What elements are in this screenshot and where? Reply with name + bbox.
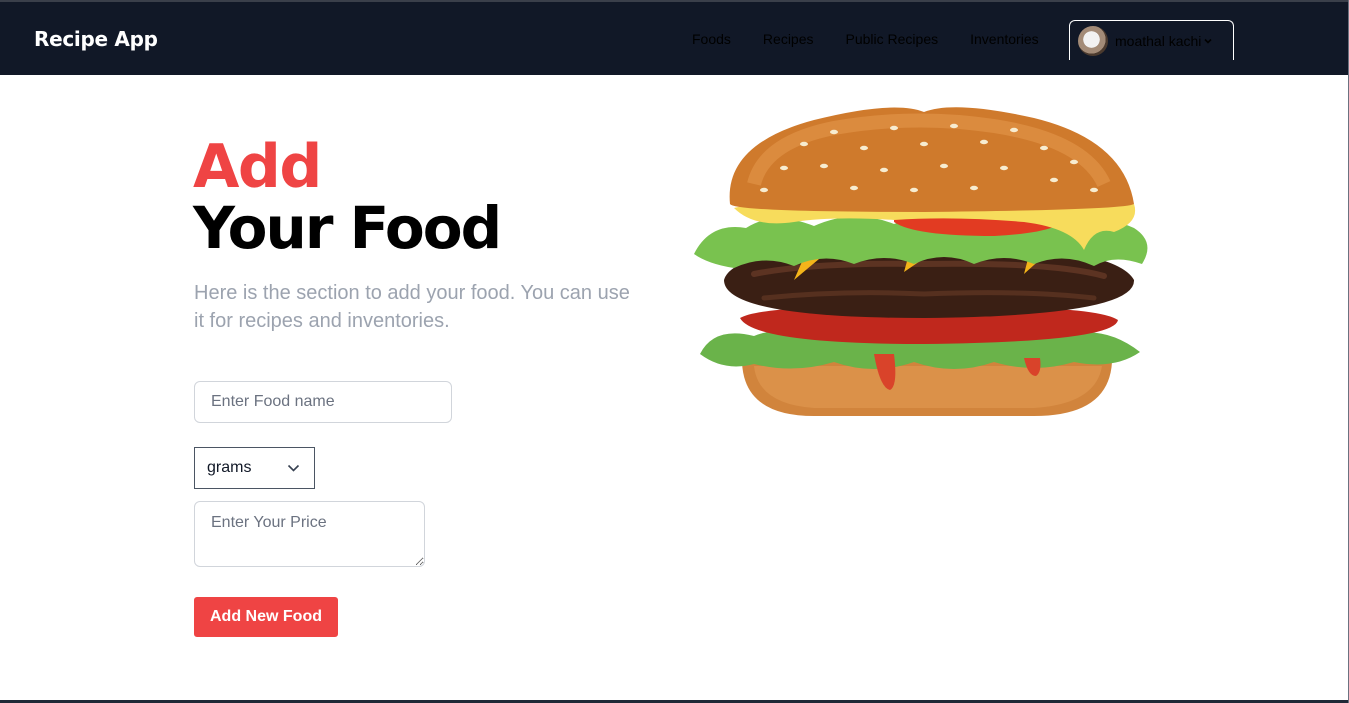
- nav-link-public-recipes[interactable]: Public Recipes: [846, 31, 939, 47]
- page-subtitle: Here is the section to add your food. Yo…: [194, 282, 630, 332]
- nav-links: Foods Recipes Public Recipes Inventories: [692, 31, 1071, 47]
- navbar: Recipe App Foods Recipes Public Recipes …: [0, 0, 1349, 75]
- price-textarea[interactable]: [194, 501, 425, 567]
- avatar: [1078, 25, 1108, 56]
- burger-image: [694, 107, 1148, 416]
- nav-link-foods[interactable]: Foods: [692, 31, 731, 47]
- nav-link-inventories[interactable]: Inventories: [970, 31, 1038, 47]
- page-title-accent: Add: [193, 132, 322, 202]
- unit-select[interactable]: grams: [194, 447, 315, 489]
- add-new-food-button[interactable]: Add New Food: [194, 597, 338, 637]
- food-name-input[interactable]: [194, 381, 452, 423]
- brand-logo[interactable]: Recipe App: [34, 27, 158, 51]
- user-name: moathal kachi: [1115, 32, 1202, 49]
- unit-select-value: grams: [207, 459, 252, 476]
- chevron-down-icon: [287, 464, 300, 472]
- page-title: Your Food: [193, 194, 502, 262]
- user-menu-button[interactable]: moathal kachi: [1069, 20, 1234, 60]
- nav-link-recipes[interactable]: Recipes: [763, 31, 814, 47]
- chevron-down-icon: [1204, 38, 1212, 44]
